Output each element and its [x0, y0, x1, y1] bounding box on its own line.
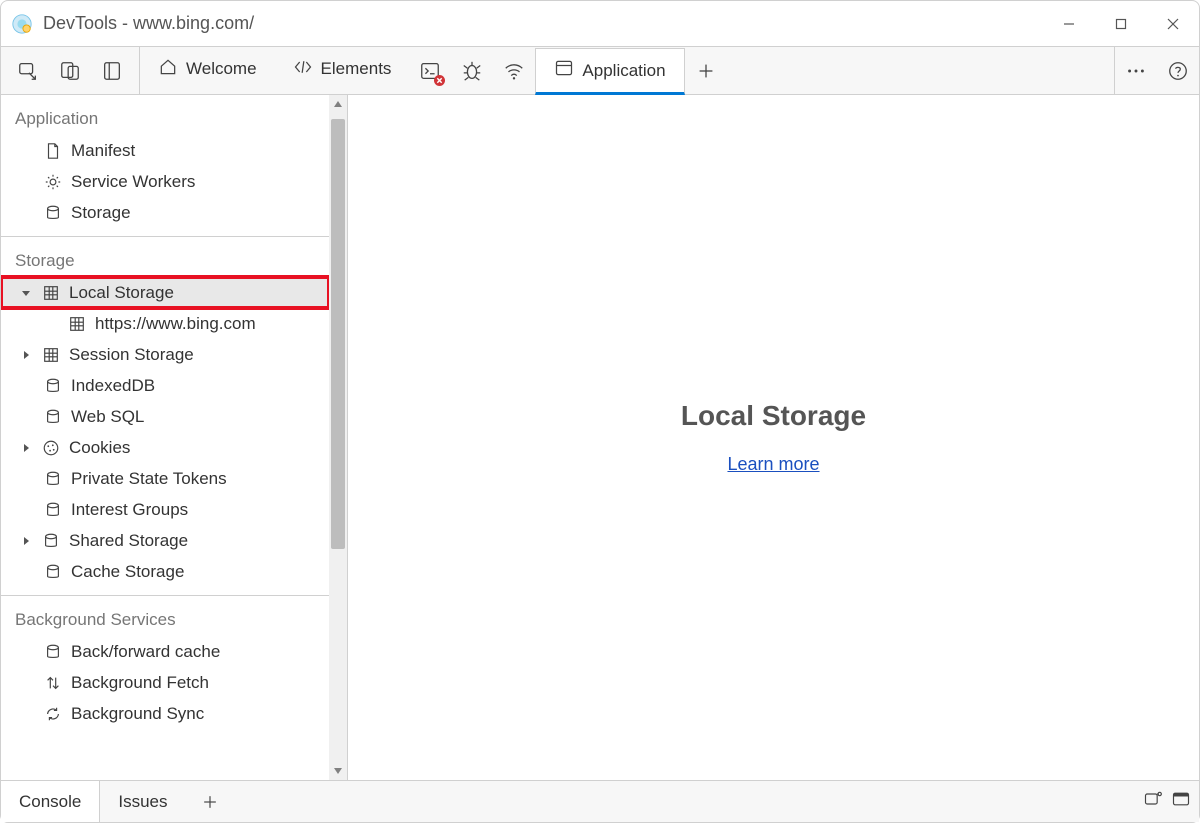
sidebar-item-service-workers[interactable]: Service Workers	[1, 166, 329, 197]
sidebar-item-session-storage[interactable]: Session Storage	[1, 339, 329, 370]
application-sidebar: Application Manifest Service Workers	[1, 95, 348, 780]
sidebar-item-private-state-tokens[interactable]: Private State Tokens	[1, 463, 329, 494]
scrollbar-up-arrow-icon[interactable]	[329, 95, 347, 113]
database-icon	[43, 470, 63, 488]
tab-application-label: Application	[582, 61, 665, 81]
disclosure-triangle-collapsed-icon[interactable]	[19, 348, 33, 362]
gear-icon	[43, 173, 63, 191]
cookie-icon	[41, 439, 61, 457]
sidebar-item-local-storage[interactable]: Local Storage	[1, 277, 329, 308]
learn-more-link[interactable]: Learn more	[727, 454, 819, 475]
sidebar-item-websql[interactable]: Web SQL	[1, 401, 329, 432]
network-conditions-icon[interactable]	[493, 47, 535, 94]
content-pane: Local Storage Learn more	[348, 95, 1199, 780]
sidebar-section-storage-title: Storage	[1, 237, 329, 277]
sidebar-section-background-services-title: Background Services	[1, 596, 329, 636]
sidebar-item-manifest[interactable]: Manifest	[1, 135, 329, 166]
database-icon	[43, 204, 63, 222]
table-grid-icon	[41, 284, 61, 302]
toggle-screencast-icon[interactable]	[91, 47, 133, 94]
scrollbar-down-arrow-icon[interactable]	[329, 762, 347, 780]
devtools-toolbar: Welcome Elements Application	[1, 47, 1199, 95]
application-icon	[554, 58, 574, 83]
sidebar-item-local-storage-origin[interactable]: https://www.bing.com	[1, 308, 329, 339]
document-icon	[43, 142, 63, 160]
sidebar-item-background-sync-label: Background Sync	[71, 704, 204, 724]
sidebar-item-websql-label: Web SQL	[71, 407, 144, 427]
sidebar-item-manifest-label: Manifest	[71, 141, 135, 161]
up-down-arrows-icon	[43, 674, 63, 692]
sidebar-item-interest-groups[interactable]: Interest Groups	[1, 494, 329, 525]
sidebar-item-service-workers-label: Service Workers	[71, 172, 195, 192]
sidebar-item-indexeddb-label: IndexedDB	[71, 376, 155, 396]
drawer-tab-issues-label: Issues	[118, 792, 167, 812]
window-maximize-button[interactable]	[1095, 1, 1147, 46]
window-titlebar: DevTools - www.bing.com/	[1, 1, 1199, 47]
new-tab-icon[interactable]	[685, 47, 727, 94]
sidebar-item-cache-storage-label: Cache Storage	[71, 562, 184, 582]
more-options-icon[interactable]	[1115, 47, 1157, 94]
disclosure-triangle-collapsed-icon[interactable]	[19, 534, 33, 548]
window-title: DevTools - www.bing.com/	[43, 13, 254, 34]
tab-welcome-label: Welcome	[186, 59, 257, 79]
dock-side-icon[interactable]	[1171, 789, 1191, 814]
database-icon	[43, 377, 63, 395]
drawer-tab-issues[interactable]: Issues	[100, 781, 185, 822]
sidebar-item-background-sync[interactable]: Background Sync	[1, 698, 329, 729]
sidebar-item-cookies[interactable]: Cookies	[1, 432, 329, 463]
sidebar-section-application-title: Application	[1, 95, 329, 135]
sidebar-item-back-forward-cache[interactable]: Back/forward cache	[1, 636, 329, 667]
sync-icon	[43, 705, 63, 723]
tab-application[interactable]: Application	[535, 48, 684, 95]
sidebar-item-app-storage-label: Storage	[71, 203, 131, 223]
database-icon	[43, 563, 63, 581]
sidebar-scrollbar[interactable]	[329, 95, 347, 780]
tab-welcome[interactable]: Welcome	[140, 47, 275, 94]
drawer-new-tab-icon[interactable]	[186, 781, 234, 822]
debugger-icon[interactable]	[451, 47, 493, 94]
sidebar-item-cookies-label: Cookies	[69, 438, 130, 458]
table-grid-icon	[67, 315, 87, 333]
console-errors-icon[interactable]	[409, 47, 451, 94]
inspect-element-icon[interactable]	[7, 47, 49, 94]
table-grid-icon	[41, 346, 61, 364]
sidebar-item-local-storage-label: Local Storage	[69, 283, 174, 303]
database-icon	[41, 532, 61, 550]
sidebar-item-cache-storage[interactable]: Cache Storage	[1, 556, 329, 587]
sidebar-item-shared-storage-label: Shared Storage	[69, 531, 188, 551]
sidebar-item-session-storage-label: Session Storage	[69, 345, 194, 365]
database-icon	[43, 643, 63, 661]
scrollbar-thumb[interactable]	[331, 119, 345, 549]
sidebar-item-interest-groups-label: Interest Groups	[71, 500, 188, 520]
sidebar-item-back-forward-cache-label: Back/forward cache	[71, 642, 220, 662]
drawer-toolbar: Console Issues	[1, 780, 1199, 822]
sidebar-item-local-storage-origin-label: https://www.bing.com	[95, 314, 256, 334]
database-icon	[43, 408, 63, 426]
devtools-app-icon	[11, 13, 33, 35]
disclosure-triangle-collapsed-icon[interactable]	[19, 441, 33, 455]
database-icon	[43, 501, 63, 519]
window-minimize-button[interactable]	[1043, 1, 1095, 46]
device-emulation-icon[interactable]	[49, 47, 91, 94]
code-icon	[293, 57, 313, 82]
tab-elements[interactable]: Elements	[275, 47, 410, 94]
sidebar-section-storage: Storage Local Storage https://www.bing.c…	[1, 236, 329, 587]
drawer-tab-console[interactable]: Console	[1, 781, 100, 822]
sidebar-item-background-fetch[interactable]: Background Fetch	[1, 667, 329, 698]
sidebar-item-background-fetch-label: Background Fetch	[71, 673, 209, 693]
content-heading: Local Storage	[681, 400, 866, 432]
disclosure-triangle-expanded-icon[interactable]	[19, 286, 33, 300]
sidebar-item-shared-storage[interactable]: Shared Storage	[1, 525, 329, 556]
sidebar-section-background-services: Background Services Back/forward cache B…	[1, 595, 329, 729]
window-close-button[interactable]	[1147, 1, 1199, 46]
computed-styles-icon[interactable]	[1143, 789, 1163, 814]
drawer-tab-console-label: Console	[19, 792, 81, 812]
sidebar-item-indexeddb[interactable]: IndexedDB	[1, 370, 329, 401]
home-icon	[158, 57, 178, 82]
sidebar-item-app-storage[interactable]: Storage	[1, 197, 329, 228]
sidebar-item-private-state-tokens-label: Private State Tokens	[71, 469, 227, 489]
help-icon[interactable]	[1157, 47, 1199, 94]
sidebar-section-application: Application Manifest Service Workers	[1, 95, 329, 228]
tab-elements-label: Elements	[321, 59, 392, 79]
